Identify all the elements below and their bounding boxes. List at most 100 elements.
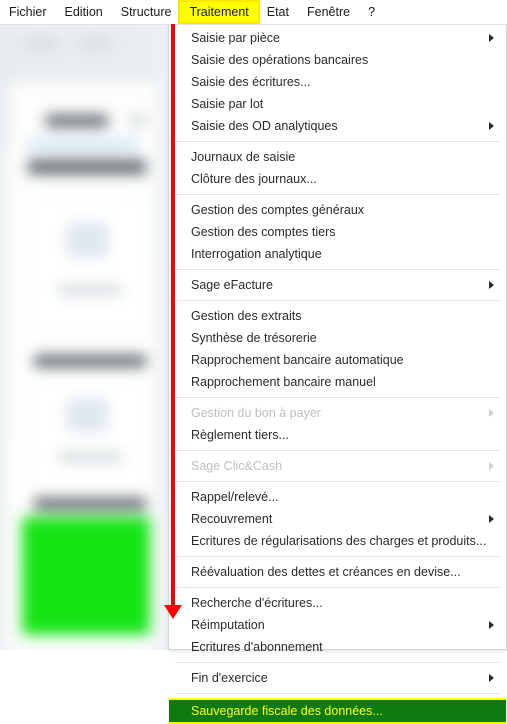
menu-item-label: Gestion des extraits (191, 309, 302, 323)
bg-header-band (8, 24, 156, 82)
menu-item-saisie-par-lot[interactable]: Saisie par lot (169, 93, 506, 115)
menu-item-sauvegarde-fiscale-des-donnees[interactable]: Sauvegarde fiscale des données... (169, 698, 506, 724)
bg-heading (28, 160, 146, 174)
menu-item-synthese-de-tresorerie[interactable]: Synthèse de trésorerie (169, 327, 506, 349)
menu-item-ecritures-d-abonnement[interactable]: Ecritures d'abonnement (169, 636, 506, 658)
bg-logo-1 (66, 222, 108, 258)
menu-item-label: Rapprochement bancaire automatique (191, 353, 404, 367)
menu-item-label: Rappel/relevé... (191, 490, 279, 504)
menu-item-label: Règlement tiers... (191, 428, 289, 442)
menu-item-label: Gestion des comptes tiers (191, 225, 336, 239)
menu-item-reimputation[interactable]: Réimputation (169, 614, 506, 636)
bg-card-2 (30, 380, 154, 486)
menu-item-rapprochement-bancaire-manuel[interactable]: Rapprochement bancaire manuel (169, 371, 506, 393)
menu-separator (175, 450, 500, 451)
chevron-right-icon (489, 409, 494, 417)
traitement-dropdown-menu[interactable]: Saisie par pièce Saisie des opérations ba… (168, 24, 507, 724)
menu-item-saisie-des-ecritures[interactable]: Saisie des écritures... (169, 71, 506, 93)
green-highlight-block (22, 517, 150, 635)
menu-separator (175, 397, 500, 398)
menu-separator (175, 481, 500, 482)
menu-item-saisie-des-operations-bancaires[interactable]: Saisie des opérations bancaires (169, 49, 506, 71)
menu-bar[interactable]: Fichier Edition Structure Traitement Etat Fen… (0, 0, 507, 25)
menu-item-label: Réévaluation des dettes et créances en d… (191, 565, 461, 579)
bg-heading-2 (34, 355, 146, 367)
menu-item-interrogation-analytique[interactable]: Interrogation analytique (169, 243, 506, 265)
menu-item-gestion-des-comptes-generaux[interactable]: Gestion des comptes généraux (169, 199, 506, 221)
bg-title-side (130, 115, 146, 127)
menu-item-gestion-du-bon-a-payer: Gestion du bon à payer (169, 402, 506, 424)
menu-item-label: Saisie des opérations bancaires (191, 53, 369, 67)
menu-item-label: Fin d'exercice (191, 671, 268, 685)
chevron-right-icon (489, 674, 494, 682)
bg-card-2-caption (58, 452, 122, 462)
menu-item-reglement-tiers[interactable]: Règlement tiers... (169, 424, 506, 446)
menu-item-label: Ecritures d'abonnement (191, 640, 323, 654)
chevron-right-icon (489, 34, 494, 42)
red-arrow-head (164, 605, 182, 619)
menu-separator (175, 194, 500, 195)
menubar-item-structure[interactable]: Structure (112, 2, 181, 22)
menu-item-rapprochement-bancaire-automatique[interactable]: Rapprochement bancaire automatique (169, 349, 506, 371)
menubar-item-[interactable]: ? (359, 2, 384, 22)
menubar-item-etat[interactable]: Etat (258, 2, 298, 22)
menu-item-fin-d-exercice[interactable]: Fin d'exercice (169, 667, 506, 689)
bg-header-text-1 (24, 38, 58, 48)
menu-item-ecritures-de-regularisations-des-charges-et-produits[interactable]: Ecritures de régularisations des charges… (169, 530, 506, 552)
menu-item-rappel-releve[interactable]: Rappel/relevé... (169, 486, 506, 508)
bg-subtitle-blue (28, 142, 138, 149)
menu-item-label: Sage Clic&Cash (191, 459, 283, 473)
menu-item-gestion-des-extraits[interactable]: Gestion des extraits (169, 305, 506, 327)
bg-card-1 (30, 200, 154, 328)
menubar-item-fen-tre[interactable]: Fenêtre (298, 2, 359, 22)
menu-item-label: Saisie par lot (191, 97, 264, 111)
chevron-right-icon (489, 621, 494, 629)
menu-separator (175, 662, 500, 663)
menu-item-recherche-d-ecritures[interactable]: Recherche d'écritures... (169, 592, 506, 614)
menubar-item-edition[interactable]: Edition (56, 2, 112, 22)
red-arrow-shaft (171, 24, 175, 610)
menubar-item-traitement[interactable]: Traitement (178, 0, 260, 24)
menu-item-label: Rapprochement bancaire manuel (191, 375, 376, 389)
bg-heading-3 (34, 498, 146, 510)
menu-separator (175, 556, 500, 557)
menu-item-journaux-de-saisie[interactable]: Journaux de saisie (169, 146, 506, 168)
menu-separator (175, 300, 500, 301)
chevron-right-icon (489, 462, 494, 470)
menu-item-label: Saisie des écritures... (191, 75, 311, 89)
menu-item-sage-clic-cash: Sage Clic&Cash (169, 455, 506, 477)
menu-item-label: Interrogation analytique (191, 247, 322, 261)
menu-item-label: Sauvegarde fiscale des données... (191, 704, 383, 718)
menu-separator (175, 141, 500, 142)
menu-item-label: Ecritures de régularisations des charges… (191, 534, 487, 548)
menu-item-label: Clôture des journaux... (191, 172, 317, 186)
menu-item-label: Journaux de saisie (191, 150, 296, 164)
menu-item-label: Synthèse de trésorerie (191, 331, 317, 345)
chevron-right-icon (489, 281, 494, 289)
menu-separator (175, 269, 500, 270)
chevron-right-icon (489, 122, 494, 130)
menu-separator (175, 693, 500, 694)
bg-header-text-2 (80, 38, 110, 48)
menu-item-gestion-des-comptes-tiers[interactable]: Gestion des comptes tiers (169, 221, 506, 243)
menubar-item-fichier[interactable]: Fichier (0, 2, 56, 22)
menu-item-label: Gestion du bon à payer (191, 406, 321, 420)
menu-item-recouvrement[interactable]: Recouvrement (169, 508, 506, 530)
menu-item-label: Saisie des OD analytiques (191, 119, 338, 133)
menu-item-label: Sage eFacture (191, 278, 273, 292)
menu-item-label: Recherche d'écritures... (191, 596, 323, 610)
menu-separator (175, 587, 500, 588)
menu-item-label: Réimputation (191, 618, 265, 632)
bg-card-1-caption (58, 285, 122, 295)
menu-item-label: Saisie par pièce (191, 31, 280, 45)
menu-item-label: Gestion des comptes généraux (191, 203, 365, 217)
bg-title (46, 115, 108, 127)
menu-item-reevaluation-des-dettes-et-creances-en-devise[interactable]: Réévaluation des dettes et créances en d… (169, 561, 506, 583)
menu-item-cloture-des-journaux[interactable]: Clôture des journaux... (169, 168, 506, 190)
bg-logo-2 (66, 398, 108, 432)
chevron-right-icon (489, 515, 494, 523)
menu-item-saisie-des-od-analytiques[interactable]: Saisie des OD analytiques (169, 115, 506, 137)
menu-item-sage-efacture[interactable]: Sage eFacture (169, 274, 506, 296)
menu-item-saisie-par-piece[interactable]: Saisie par pièce (169, 27, 506, 49)
menu-item-label: Recouvrement (191, 512, 273, 526)
